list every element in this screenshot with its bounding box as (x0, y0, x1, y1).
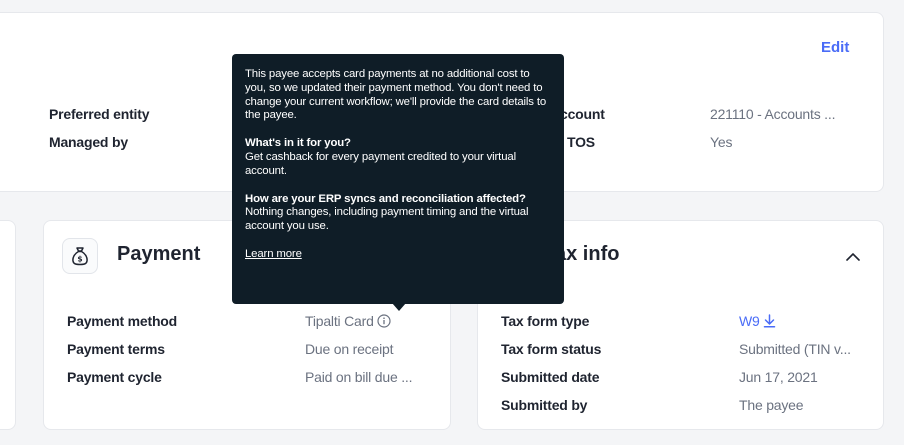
learn-more-link[interactable]: Learn more (245, 248, 302, 260)
payment-method-label: Payment method (67, 313, 177, 329)
payment-method-tooltip: This payee accepts card payments at no a… (232, 54, 564, 304)
tooltip-arrow (392, 303, 406, 311)
edit-link[interactable]: Edit (821, 39, 849, 56)
tooltip-heading-benefits: What's in it for you? (245, 137, 351, 150)
tooltip-section-erp: How are your ERP syncs and reconciliatio… (245, 193, 551, 234)
money-bag-icon: $ (62, 238, 98, 274)
svg-text:$: $ (77, 254, 82, 263)
account-value: 221110 - Accounts ... (710, 106, 836, 122)
tooltip-body-erp: Nothing changes, including payment timin… (245, 206, 529, 233)
tooltip-body-benefits: Get cashback for every payment credited … (245, 150, 516, 177)
tax-form-type-label: Tax form type (501, 313, 590, 329)
tooltip-heading-erp: How are your ERP syncs and reconciliatio… (245, 192, 526, 205)
tooltip-section-benefits: What's in it for you? Get cashback for e… (245, 137, 551, 178)
payment-title: Payment (117, 243, 201, 265)
info-icon[interactable] (377, 314, 391, 331)
managed-by-label: Managed by (49, 134, 128, 150)
submitted-by-value: The payee (739, 397, 804, 413)
payment-method-value: Tipalti Card (305, 313, 391, 331)
download-icon (763, 314, 776, 331)
chevron-up-icon[interactable] (843, 247, 863, 267)
payment-method-text: Tipalti Card (305, 313, 374, 329)
submitted-date-label: Submitted date (501, 369, 600, 385)
submitted-date-value: Jun 17, 2021 (739, 369, 818, 385)
payment-terms-label: Payment terms (67, 341, 165, 357)
tax-info-title: ax info (555, 243, 620, 265)
tos-label: TOS (567, 134, 595, 150)
account-label: ccount (560, 106, 605, 122)
submitted-by-label: Submitted by (501, 397, 588, 413)
payment-terms-value: Due on receipt (305, 341, 394, 357)
tax-form-status-value: Submitted (TIN v... (739, 341, 851, 357)
tos-value: Yes (710, 134, 733, 150)
left-card-edge (0, 220, 16, 430)
payment-cycle-label: Payment cycle (67, 369, 162, 385)
tax-form-download-link[interactable]: W9 (739, 313, 776, 331)
preferred-entity-label: Preferred entity (49, 106, 150, 122)
tooltip-intro: This payee accepts card payments at no a… (245, 68, 547, 122)
tax-form-type-value: W9 (739, 313, 760, 329)
payment-cycle-value: Paid on bill due ... (305, 369, 413, 385)
tax-form-status-label: Tax form status (501, 341, 602, 357)
